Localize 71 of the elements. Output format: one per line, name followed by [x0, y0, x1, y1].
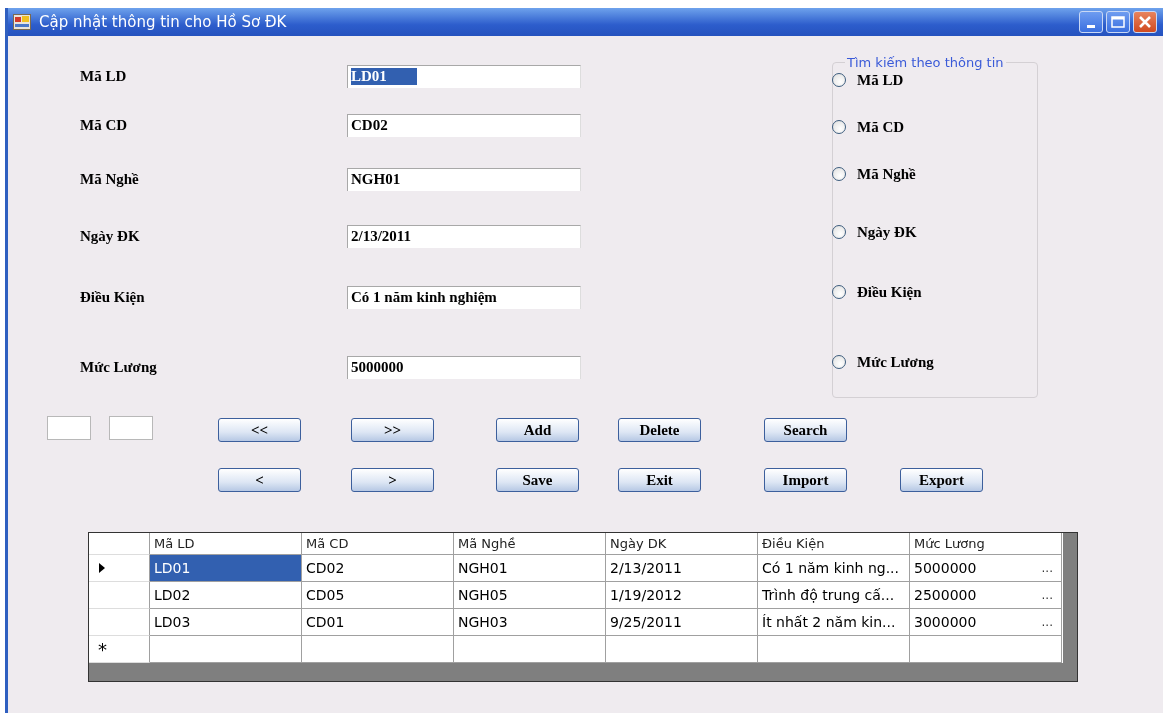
- minimize-icon: [1087, 24, 1095, 28]
- input-field[interactable]: [109, 416, 153, 440]
- action-button[interactable]: >>: [351, 418, 434, 442]
- input-field[interactable]: Có 1 năm kinh nghiệm: [347, 285, 581, 309]
- action-button[interactable]: Delete: [618, 418, 701, 442]
- radio-option[interactable]: Mã Nghề: [832, 165, 1037, 183]
- radio-button[interactable]: [832, 73, 846, 87]
- field-label: Mã LD: [80, 67, 128, 85]
- radio-option[interactable]: Mức Lương: [832, 353, 1037, 371]
- input-field[interactable]: 2/13/2011: [347, 224, 581, 248]
- input-field[interactable]: CD02: [347, 113, 581, 137]
- action-button[interactable]: Search: [764, 418, 847, 442]
- table-cell[interactable]: [454, 636, 606, 663]
- maximize-icon: [1111, 16, 1125, 28]
- field-value: 2/13/2011: [351, 228, 412, 245]
- ellipsis-button[interactable]: ...: [1041, 561, 1053, 575]
- table-cell[interactable]: [606, 636, 758, 663]
- action-button[interactable]: <<: [218, 418, 301, 442]
- table-cell: 5000000: [914, 560, 977, 576]
- action-button[interactable]: Exit: [618, 468, 701, 492]
- window-title: Cập nhật thông tin cho Hồ Sơ ĐK: [39, 13, 287, 31]
- radio-button[interactable]: [832, 167, 846, 181]
- field-value: NGH01: [351, 171, 402, 188]
- radio-option[interactable]: Điều Kiện: [832, 283, 1037, 301]
- radio-option[interactable]: Mã LD: [832, 71, 1037, 89]
- table-cell[interactable]: [302, 636, 454, 663]
- field-value: Có 1 năm kinh nghiệm: [351, 289, 498, 306]
- radio-option[interactable]: Mã CD: [832, 118, 1037, 136]
- radio-button[interactable]: [832, 285, 846, 299]
- maximize-button[interactable]: [1106, 11, 1130, 33]
- table-cell[interactable]: [150, 636, 302, 663]
- input-field[interactable]: NGH01: [347, 167, 581, 191]
- minimize-button[interactable]: [1079, 11, 1103, 33]
- field-value: 5000000: [351, 359, 405, 376]
- input-field[interactable]: LD01: [347, 64, 581, 88]
- action-button[interactable]: Import: [764, 468, 847, 492]
- action-button[interactable]: >: [351, 468, 434, 492]
- row-header[interactable]: [89, 609, 150, 636]
- new-row-marker: *: [98, 638, 107, 660]
- row-header[interactable]: *: [89, 636, 150, 663]
- row-header[interactable]: [89, 582, 150, 609]
- field-value: CD02: [351, 117, 389, 134]
- group-title: Tìm kiếm theo thông tin: [845, 55, 1006, 70]
- action-button[interactable]: Save: [496, 468, 579, 492]
- radio-button[interactable]: [832, 120, 846, 134]
- input-field[interactable]: 5000000: [347, 355, 581, 379]
- table-cell: 2500000: [914, 587, 977, 603]
- close-icon: [1138, 15, 1152, 29]
- table-cell: LD01: [150, 555, 302, 582]
- field-label: Mã CD: [80, 116, 129, 134]
- input-field[interactable]: [47, 416, 91, 440]
- field-label: Điều Kiện: [80, 288, 146, 306]
- field-label: Ngày ĐK: [80, 227, 141, 245]
- table-cell: 3000000: [914, 614, 977, 630]
- field-value: LD01: [351, 68, 417, 85]
- ellipsis-button[interactable]: ...: [1041, 588, 1053, 602]
- field-label: Mức Lương: [80, 358, 158, 376]
- table-cell[interactable]: [910, 636, 1062, 663]
- field-label: Mã Nghề: [80, 170, 140, 188]
- row-header[interactable]: [89, 555, 150, 582]
- close-button[interactable]: [1133, 11, 1157, 33]
- radio-button[interactable]: [832, 225, 846, 239]
- action-button[interactable]: Add: [496, 418, 579, 442]
- form-icon: [13, 14, 31, 30]
- table-cell[interactable]: [758, 636, 910, 663]
- radio-option[interactable]: Ngày ĐK: [832, 223, 1037, 241]
- ellipsis-button[interactable]: ...: [1041, 615, 1053, 629]
- action-button[interactable]: Export: [900, 468, 983, 492]
- action-button[interactable]: <: [218, 468, 301, 492]
- radio-button[interactable]: [832, 355, 846, 369]
- current-row-icon: [98, 563, 106, 573]
